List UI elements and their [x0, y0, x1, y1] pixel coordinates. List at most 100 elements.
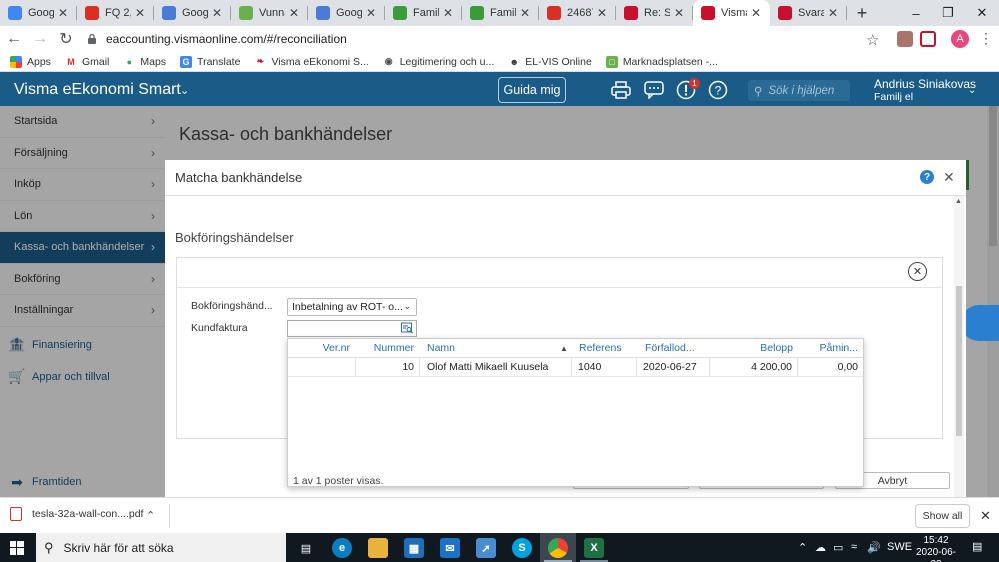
battery-icon[interactable]: ▭: [833, 541, 843, 554]
svg-text:?: ?: [715, 84, 722, 98]
tab-close-icon[interactable]: ✕: [596, 6, 608, 20]
extension-pdf-icon[interactable]: [897, 31, 913, 47]
col-referens[interactable]: Referens: [579, 339, 649, 358]
excel-icon[interactable]: X: [584, 538, 604, 558]
browser-tab[interactable]: Google✕: [308, 0, 385, 26]
bookmark-star-icon[interactable]: ☆: [866, 31, 879, 49]
tab-close-icon[interactable]: ✕: [519, 6, 531, 20]
task-view-icon[interactable]: ▤: [296, 538, 316, 558]
browser-tab[interactable]: FQ 2,5✕: [77, 0, 154, 26]
edge-icon[interactable]: e: [332, 538, 352, 558]
browser-tab[interactable]: Familj✕: [385, 0, 462, 26]
col-paminnelse[interactable]: Påmin...: [798, 339, 858, 358]
language-indicator[interactable]: SWE: [887, 541, 912, 553]
back-icon[interactable]: ←: [2, 27, 26, 51]
browser-menu-icon[interactable]: ⋮: [979, 30, 993, 47]
extension-calendar-icon[interactable]: [920, 31, 936, 47]
marketplace-icon: □: [605, 55, 618, 68]
table-row[interactable]: 10 Olof Matti Mikaell Kuusela 1040 2020-…: [288, 358, 863, 377]
guide-button[interactable]: Guida mig: [498, 77, 566, 103]
profile-avatar[interactable]: A: [951, 30, 969, 48]
bookmark-translate[interactable]: G Translate: [180, 55, 240, 68]
chevron-up-icon[interactable]: ⌃: [146, 509, 155, 522]
remove-circle-icon[interactable]: ✕: [908, 262, 927, 281]
file-explorer-icon[interactable]: [368, 538, 388, 558]
bookmark-legitimering[interactable]: ◉ Legitimering och u...: [383, 56, 495, 68]
chat-icon[interactable]: [644, 80, 664, 100]
bookmark-maps[interactable]: ● Maps: [123, 56, 166, 68]
help-icon[interactable]: ?: [920, 170, 934, 184]
taskbar-search-input[interactable]: ⚲ Skriv här för att söka: [36, 533, 286, 562]
browser-tab[interactable]: Visma✕: [693, 0, 770, 26]
tray-chevron-up-icon[interactable]: ⌃: [798, 541, 807, 554]
onedrive-icon[interactable]: ☁: [815, 541, 826, 554]
tab-label: Google: [28, 7, 54, 19]
tab-close-icon[interactable]: ✕: [673, 6, 685, 20]
col-vernr[interactable]: Ver.nr: [288, 339, 350, 358]
col-namn[interactable]: Namn: [427, 339, 547, 358]
translate-icon: G: [180, 55, 193, 68]
store-icon[interactable]: ▦: [404, 538, 424, 558]
bookmark-marketplace[interactable]: □ Marknadsplatsen -...: [605, 55, 718, 68]
event-type-label: Bokföringshänd...: [191, 300, 273, 312]
brand-title[interactable]: Visma eEkonomi Smart: [14, 81, 181, 99]
mail-icon[interactable]: ✉: [440, 538, 460, 558]
browser-tab[interactable]: Svara p✕: [770, 0, 847, 26]
tab-close-icon[interactable]: ✕: [827, 6, 839, 20]
windows-start-icon[interactable]: [10, 541, 24, 555]
chrome-icon[interactable]: [548, 538, 568, 558]
network-icon[interactable]: ≈: [851, 541, 857, 553]
tab-close-icon[interactable]: ✕: [750, 6, 762, 20]
download-filename: tesla-32a-wall-con....pdf: [32, 508, 144, 520]
event-type-select[interactable]: Inbetalning av ROT- o... ⌄: [287, 298, 417, 316]
print-icon[interactable]: [611, 80, 631, 100]
scrollbar-thumb[interactable]: [956, 286, 962, 436]
browser-tab[interactable]: 24687✕: [539, 0, 616, 26]
col-forfallodatum[interactable]: Förfallod...: [645, 339, 715, 358]
tab-close-icon[interactable]: ✕: [288, 6, 300, 20]
chat-launcher-button[interactable]: [961, 305, 999, 341]
browser-tab[interactable]: Re: Slut✕: [616, 0, 693, 26]
notifications-icon[interactable]: ▤: [972, 540, 982, 553]
volume-icon[interactable]: 🔊: [867, 541, 881, 554]
browser-tab[interactable]: Vunna✕: [231, 0, 308, 26]
download-item[interactable]: tesla-32a-wall-con....pdf: [10, 507, 143, 521]
sort-up-icon[interactable]: ▲: [560, 344, 568, 353]
tab-close-icon[interactable]: ✕: [365, 6, 377, 20]
browser-tab[interactable]: Familj✕: [462, 0, 539, 26]
modal-scrollbar[interactable]: ▲: [954, 196, 964, 497]
reload-icon[interactable]: ↻: [54, 27, 78, 51]
show-all-button[interactable]: Show all: [915, 504, 970, 528]
tab-close-icon[interactable]: ✕: [211, 6, 223, 20]
chevron-down-icon[interactable]: ⌄: [968, 85, 976, 96]
help-icon[interactable]: ?: [708, 80, 728, 100]
close-icon[interactable]: ✕: [980, 508, 991, 524]
tab-close-icon[interactable]: ✕: [57, 6, 69, 20]
help-search-input[interactable]: ⚲ Sök i hjälpen: [748, 80, 850, 101]
user-menu[interactable]: Andrius Siniakovas Familj el: [874, 78, 976, 104]
bookmark-gmail[interactable]: M Gmail: [65, 56, 109, 68]
skype-icon[interactable]: S: [512, 538, 532, 558]
col-belopp[interactable]: Belopp: [718, 339, 793, 358]
bookmark-apps[interactable]: Apps: [10, 55, 51, 68]
tab-close-icon[interactable]: ✕: [134, 6, 146, 20]
taskbar-clock[interactable]: 15:42 2020-06-23: [914, 535, 958, 562]
invoice-input[interactable]: [287, 320, 417, 337]
app-icon[interactable]: ➚: [476, 538, 496, 558]
address-bar[interactable]: eaccounting.vismaonline.com/#/reconcilia…: [78, 27, 888, 51]
browser-tab[interactable]: Google✕: [0, 0, 77, 26]
lookup-icon[interactable]: [401, 322, 413, 334]
bookmark-visma[interactable]: ❧ Visma eEkonomi S...: [254, 56, 369, 68]
forward-icon[interactable]: →: [28, 27, 52, 51]
chevron-down-icon[interactable]: ⌄: [180, 84, 189, 97]
bookmark-elvis[interactable]: ☻ EL-VIS Online: [508, 56, 592, 68]
cell-paminnelse: 0,00: [837, 361, 858, 373]
close-icon[interactable]: ✕: [943, 169, 955, 186]
cell-forfallodatum: 2020-06-27: [643, 361, 697, 373]
tab-close-icon[interactable]: ✕: [442, 6, 454, 20]
scroll-up-icon[interactable]: ▲: [955, 198, 962, 205]
window-close-button[interactable]: ✕: [962, 0, 999, 26]
browser-tab[interactable]: Google✕: [154, 0, 231, 26]
col-nummer[interactable]: Nummer: [354, 339, 414, 358]
new-tab-button[interactable]: +: [847, 0, 877, 26]
